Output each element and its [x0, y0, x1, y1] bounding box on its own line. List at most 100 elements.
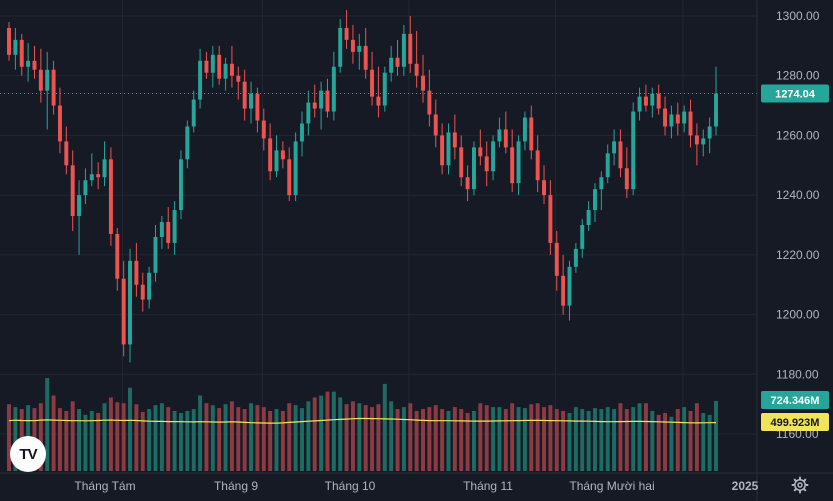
candle — [38, 48, 43, 103]
candle-body — [261, 120, 266, 139]
candlestick-chart[interactable]: 1300.00 1280.00 1260.00 1240.00 1220.00 1200.… — [0, 0, 833, 501]
volume-bar — [255, 405, 260, 471]
volume-bar — [274, 409, 279, 471]
candle — [363, 27, 368, 79]
volume-bar — [236, 407, 241, 471]
candle-body — [643, 96, 648, 106]
candle — [656, 84, 661, 115]
volume-bar — [427, 407, 432, 471]
candle-body — [64, 141, 69, 166]
volume-bar — [331, 391, 336, 471]
candle-body — [516, 141, 521, 184]
volume-bar — [605, 407, 610, 471]
candle — [522, 111, 527, 151]
candles — [7, 10, 718, 363]
candle-body — [440, 135, 445, 166]
candle — [688, 99, 693, 148]
settings-gear-icon[interactable] — [791, 476, 811, 496]
candle-body — [236, 75, 241, 82]
candle — [96, 162, 101, 190]
candle-body — [102, 159, 107, 178]
candle — [287, 147, 292, 202]
candle — [325, 78, 330, 118]
candle-body — [650, 93, 655, 106]
candle — [491, 135, 496, 181]
candle — [268, 123, 273, 181]
candle-body — [535, 150, 540, 181]
volume-bar — [421, 409, 425, 471]
volume-bar — [701, 412, 706, 471]
candle-body — [51, 69, 56, 106]
volume-bar — [363, 405, 368, 471]
candle-body — [77, 195, 82, 217]
volume-bar — [185, 410, 190, 471]
candle — [637, 87, 642, 121]
candle-body — [331, 66, 336, 112]
candle-body — [707, 126, 712, 139]
volume-bar — [675, 409, 680, 471]
candle — [484, 141, 489, 187]
volume-bar — [102, 403, 107, 471]
candle-body — [370, 69, 375, 97]
candle — [459, 135, 464, 187]
volume-bar — [669, 416, 674, 471]
candle-body — [300, 123, 304, 142]
volume-bar — [440, 409, 445, 471]
tradingview-logo: TV — [10, 436, 46, 472]
volume-bar — [599, 409, 604, 471]
candle — [382, 66, 387, 112]
volume-bar — [376, 404, 381, 471]
candle — [631, 102, 636, 196]
candle-body — [274, 150, 279, 172]
volume-bar — [172, 410, 177, 471]
candle-body — [714, 93, 718, 127]
candle — [19, 33, 24, 76]
volume-bar — [593, 408, 597, 471]
candle-body — [147, 272, 152, 300]
volume-bar — [446, 410, 451, 471]
candle — [70, 150, 75, 231]
candle-body — [427, 90, 432, 115]
candle-body — [223, 63, 228, 79]
candle — [529, 105, 534, 160]
volume-bar — [261, 407, 266, 471]
candle — [707, 117, 712, 154]
chart-canvas[interactable]: 1300.00 1280.00 1260.00 1240.00 1220.00 1200.… — [0, 0, 833, 501]
candle — [421, 54, 425, 103]
volume-bar — [573, 407, 578, 471]
candle-body — [293, 141, 298, 196]
candle — [350, 24, 355, 64]
candle-body — [446, 132, 451, 166]
candle — [280, 141, 285, 169]
candle-body — [191, 99, 196, 127]
candle-body — [663, 108, 668, 127]
candle-body — [624, 168, 629, 190]
candle-body — [382, 72, 387, 106]
candle — [57, 87, 62, 154]
candle-body — [128, 260, 132, 345]
volume-bar — [159, 403, 164, 471]
candle-body — [338, 27, 343, 67]
volume-bar — [319, 395, 324, 471]
candle-body — [459, 147, 464, 178]
candle-body — [675, 114, 680, 124]
candle-body — [561, 275, 566, 306]
volume-bar — [300, 408, 304, 471]
candle — [370, 51, 375, 106]
candle — [663, 96, 668, 136]
candle — [242, 69, 247, 121]
price-tick-label: 1220.00 — [776, 248, 820, 262]
time-tick-label: Tháng 10 — [325, 479, 376, 493]
candle — [618, 129, 623, 178]
candle — [77, 180, 82, 255]
candle — [198, 48, 203, 109]
volume-bar — [312, 397, 317, 471]
candle-body — [7, 27, 11, 55]
candle — [331, 51, 336, 121]
candle-body — [471, 147, 476, 190]
volume-bar — [338, 397, 343, 471]
candle-body — [204, 60, 209, 73]
candle — [108, 147, 113, 246]
candle — [191, 90, 196, 133]
candle-body — [433, 114, 438, 136]
